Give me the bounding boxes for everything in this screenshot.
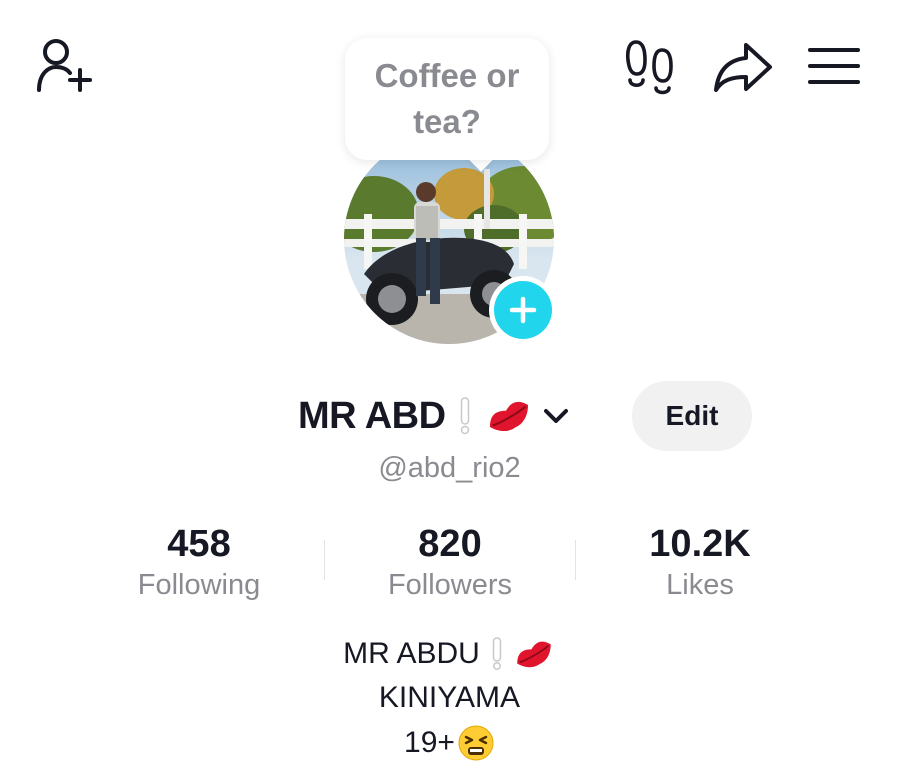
note-text: Coffee or tea? xyxy=(374,57,520,140)
stat-label: Followers xyxy=(387,569,513,601)
chevron-down-icon[interactable] xyxy=(540,396,572,436)
lips-icon xyxy=(517,641,551,668)
white-exclamation-icon xyxy=(492,637,502,670)
white-exclamation-icon xyxy=(460,397,469,435)
stat-followers[interactable]: 820 Followers xyxy=(330,522,570,604)
footprints-icon[interactable] xyxy=(622,38,680,96)
bio-line-2: KINIYAMA xyxy=(0,677,899,719)
stat-value: 820 xyxy=(418,523,482,565)
plus-icon xyxy=(509,296,537,324)
bio-line-1: MR ABDU xyxy=(0,633,899,675)
bio-text: KINIYAMA xyxy=(378,681,521,714)
display-name: MR ABD xyxy=(298,394,446,437)
stat-divider xyxy=(575,540,576,580)
stat-value: 10.2K xyxy=(649,523,751,565)
bio-text: MR ABDU xyxy=(343,637,480,670)
bio-line-3: 19+ xyxy=(0,722,899,764)
stat-likes[interactable]: 10.2K Likes xyxy=(580,522,820,604)
stat-label: Following xyxy=(137,569,261,601)
tired-face-emoji-icon xyxy=(458,725,494,761)
share-arrow-icon[interactable] xyxy=(712,40,774,94)
add-user-icon[interactable] xyxy=(34,36,98,96)
hamburger-menu-icon[interactable] xyxy=(806,42,862,90)
bio-text: 19+ xyxy=(404,726,455,759)
name-row[interactable]: MR ABD xyxy=(298,388,572,444)
stat-divider xyxy=(324,540,325,580)
username: @abd_rio2 xyxy=(378,452,521,484)
edit-profile-button[interactable]: Edit xyxy=(632,381,752,451)
stat-following[interactable]: 458 Following xyxy=(79,522,319,604)
lips-icon xyxy=(489,401,528,431)
note-bubble[interactable]: Coffee or tea? xyxy=(345,38,549,160)
add-avatar-button[interactable] xyxy=(489,276,557,344)
stat-value: 458 xyxy=(167,523,231,565)
stat-label: Likes xyxy=(666,569,734,601)
